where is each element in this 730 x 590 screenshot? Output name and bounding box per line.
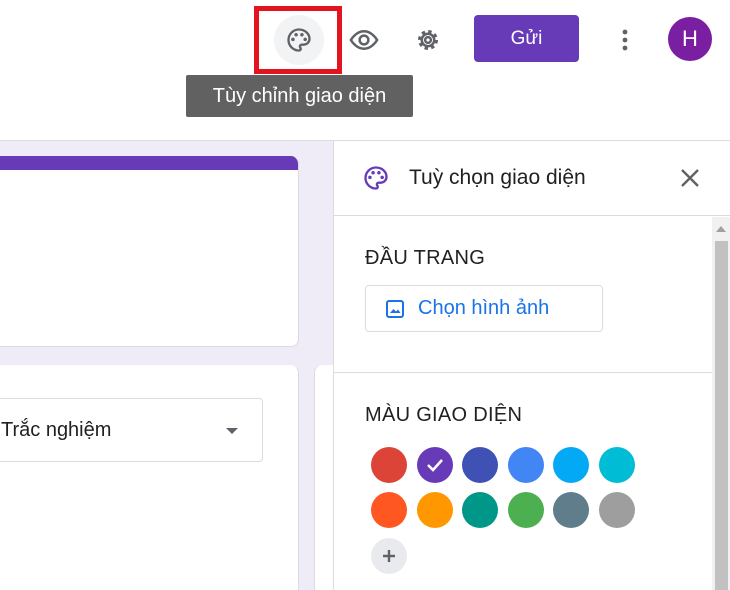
color-swatch[interactable]: [553, 492, 589, 528]
theme-options-panel: Tuỳ chọn giao diện ĐẦU TRANG Chọn hình ả…: [333, 141, 730, 590]
choose-image-label: Chọn hình ảnh: [418, 297, 550, 319]
form-title-card[interactable]: [0, 156, 299, 347]
eye-icon: [349, 29, 379, 51]
color-swatch[interactable]: [507, 447, 544, 483]
settings-button[interactable]: [404, 16, 452, 64]
color-swatch[interactable]: [462, 492, 498, 528]
choose-image-button[interactable]: Chọn hình ảnh: [365, 285, 603, 332]
theme-color-section-label: MÀU GIAO DIỆN: [365, 404, 523, 426]
check-icon: [426, 459, 443, 472]
color-swatch[interactable]: [553, 447, 589, 483]
section-divider: [334, 372, 712, 373]
palette-icon: [364, 166, 388, 190]
color-swatch-selected[interactable]: [416, 447, 453, 483]
close-icon: [681, 169, 699, 187]
plus-icon: [383, 550, 395, 562]
avatar[interactable]: H: [668, 17, 712, 61]
image-icon: [386, 299, 404, 318]
gear-icon: [418, 30, 438, 50]
panel-scrollbar[interactable]: [712, 217, 730, 590]
panel-header: Tuỳ chọn giao diện: [334, 141, 730, 216]
title-card-accent: [0, 156, 298, 170]
question-type-label: Trắc nghiệm: [1, 418, 112, 441]
panel-title: Tuỳ chọn giao diện: [409, 166, 586, 189]
color-swatch[interactable]: [462, 447, 498, 483]
color-swatch[interactable]: [507, 492, 544, 528]
send-button[interactable]: Gửi: [474, 15, 579, 62]
header-section-label: ĐẦU TRANG: [365, 247, 486, 269]
close-panel-button[interactable]: [674, 162, 706, 194]
preview-button[interactable]: [340, 16, 388, 64]
scroll-up-arrow-icon[interactable]: [716, 226, 726, 232]
more-options-button[interactable]: [606, 16, 644, 64]
tooltip: Tùy chỉnh giao diện: [186, 75, 413, 117]
top-bar: Gửi H Tùy chỉnh giao diện: [0, 0, 730, 141]
add-custom-color-button[interactable]: [371, 538, 407, 574]
question-type-select[interactable]: Trắc nghiệm: [0, 398, 263, 462]
color-swatch[interactable]: [598, 492, 635, 528]
scrollbar-thumb[interactable]: [715, 241, 728, 590]
color-swatch[interactable]: [416, 492, 453, 528]
more-vert-icon: [622, 29, 628, 51]
palette-icon: [287, 28, 311, 52]
color-swatch[interactable]: [371, 492, 407, 528]
dropdown-arrow-icon: [226, 428, 238, 434]
color-swatch[interactable]: [371, 447, 407, 483]
customize-theme-button[interactable]: [274, 15, 324, 65]
color-swatch[interactable]: [598, 447, 635, 483]
